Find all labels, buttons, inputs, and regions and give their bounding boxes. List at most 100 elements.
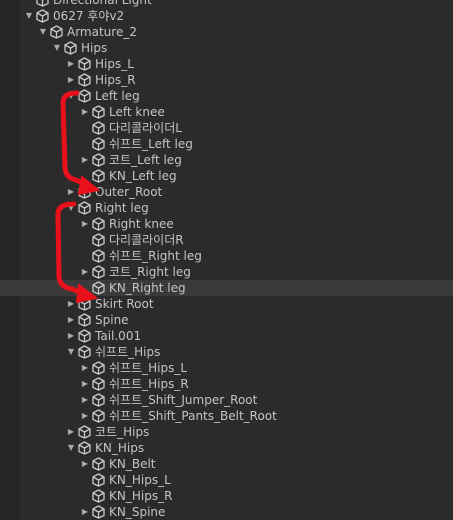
hierarchy-row[interactable]: ▶ Spine: [0, 312, 453, 328]
hierarchy-row-label: 다리콜라이더R: [109, 233, 184, 247]
expanded-arrow-icon[interactable]: ▼: [66, 88, 76, 104]
gameobject-icon: [92, 121, 105, 135]
gameobject-icon: [78, 425, 91, 439]
collapsed-arrow-icon[interactable]: ▶: [80, 264, 90, 280]
expanded-arrow-icon[interactable]: ▼: [66, 440, 76, 456]
hierarchy-row[interactable]: ▶ KN_Spine: [0, 504, 453, 520]
hierarchy-row[interactable]: ▶ 코트_Right leg: [0, 264, 453, 280]
hierarchy-row[interactable]: ▶ Hips_L: [0, 56, 453, 72]
hierarchy-row[interactable]: ▶ 쉬프트_Hips_R: [0, 376, 453, 392]
gameobject-icon: [92, 169, 105, 183]
hierarchy-row[interactable]: ▼ Right leg: [0, 200, 453, 216]
collapsed-arrow-icon[interactable]: ▶: [66, 184, 76, 200]
gameobject-icon: [64, 41, 77, 55]
gameobject-icon: [92, 377, 105, 391]
hierarchy-row[interactable]: ▼ 쉬프트_Hips: [0, 344, 453, 360]
collapsed-arrow-icon[interactable]: ▶: [80, 216, 90, 232]
gameobject-icon: [92, 105, 105, 119]
hierarchy-row[interactable]: ▼ Hips: [0, 40, 453, 56]
hierarchy-row[interactable]: KN_Hips_L: [0, 472, 453, 488]
hierarchy-row[interactable]: 다리콜라이더R: [0, 232, 453, 248]
hierarchy-row-label: KN_Belt: [109, 457, 156, 471]
collapsed-arrow-icon[interactable]: ▶: [80, 456, 90, 472]
collapsed-arrow-icon[interactable]: ▶: [80, 376, 90, 392]
hierarchy-row[interactable]: KN_Hips_R: [0, 488, 453, 504]
hierarchy-row-label: 쉬프트_Hips_L: [109, 361, 188, 375]
expanded-arrow-icon[interactable]: ▼: [52, 40, 62, 56]
hierarchy-row[interactable]: ▶ Skirt Root: [0, 296, 453, 312]
hierarchy-row[interactable]: KN_Right leg: [0, 280, 453, 296]
hierarchy-row[interactable]: ▶ Hips_R: [0, 72, 453, 88]
collapsed-arrow-icon[interactable]: ▶: [80, 152, 90, 168]
gameobject-icon: [92, 137, 105, 151]
hierarchy-row[interactable]: ▶ 코트_Hips: [0, 424, 453, 440]
hierarchy-row-label: KN_Hips_L: [109, 473, 171, 487]
hierarchy-row-label: KN_Hips: [95, 441, 145, 455]
hierarchy-row-label: Right knee: [109, 217, 174, 231]
hierarchy-row-label: KN_Spine: [109, 505, 166, 519]
hierarchy-row[interactable]: 다리콜라이더L: [0, 120, 453, 136]
hierarchy-row-label: KN_Right leg: [109, 281, 186, 295]
hierarchy-row-label: Hips: [81, 41, 108, 55]
hierarchy-row-label: 쉬프트_Hips_R: [109, 377, 189, 391]
gameobject-icon: [78, 89, 91, 103]
gameobject-icon: [78, 313, 91, 327]
hierarchy-row[interactable]: 쉬프트_Right leg: [0, 248, 453, 264]
hierarchy-row-label: Hips_L: [95, 57, 134, 71]
gameobject-icon: [92, 361, 105, 375]
hierarchy-row-label: Right leg: [95, 201, 149, 215]
hierarchy-row[interactable]: ▼ Armature_2: [0, 24, 453, 40]
expanded-arrow-icon[interactable]: ▼: [24, 8, 34, 24]
hierarchy-row[interactable]: ▶ Left knee: [0, 104, 453, 120]
hierarchy-row-label: 코트_Left leg: [109, 153, 182, 167]
gameobject-icon: [78, 297, 91, 311]
gameobject-icon: [36, 0, 49, 7]
hierarchy-row[interactable]: KN_Left leg: [0, 168, 453, 184]
expanded-arrow-icon[interactable]: ▼: [66, 344, 76, 360]
hierarchy-row-label: Spine: [95, 313, 129, 327]
hierarchy-row[interactable]: ▶ 쉬프트_Shift_Pants_Belt_Root: [0, 408, 453, 424]
hierarchy-row[interactable]: ▼ KN_Hips: [0, 440, 453, 456]
gameobject-icon: [92, 473, 105, 487]
expanded-arrow-icon[interactable]: ▼: [66, 200, 76, 216]
gameobject-icon: [92, 233, 105, 247]
expanded-arrow-icon[interactable]: ▼: [38, 24, 48, 40]
collapsed-arrow-icon[interactable]: ▶: [80, 504, 90, 520]
collapsed-arrow-icon[interactable]: ▶: [66, 312, 76, 328]
collapsed-arrow-icon[interactable]: ▶: [66, 56, 76, 72]
hierarchy-row[interactable]: ▶ Right knee: [0, 216, 453, 232]
collapsed-arrow-icon[interactable]: ▶: [80, 104, 90, 120]
hierarchy-row-label: 쉬프트_Hips: [95, 345, 161, 359]
hierarchy-row[interactable]: ▶ Tail.001: [0, 328, 453, 344]
hierarchy-row-label: 코트_Right leg: [109, 265, 191, 279]
gameobject-icon: [92, 457, 105, 471]
hierarchy-row-label: Directional Light: [53, 0, 152, 7]
gameobject-icon: [78, 57, 91, 71]
collapsed-arrow-icon[interactable]: ▶: [80, 360, 90, 376]
gameobject-icon: [78, 329, 91, 343]
hierarchy-row[interactable]: ▶ 쉬프트_Hips_L: [0, 360, 453, 376]
collapsed-arrow-icon[interactable]: ▶: [66, 328, 76, 344]
hierarchy-row[interactable]: ▶ KN_Belt: [0, 456, 453, 472]
gameobject-icon: [92, 281, 105, 295]
hierarchy-row[interactable]: ▼ 0627 후야v2: [0, 8, 453, 24]
hierarchy-row[interactable]: ▶ Outer_Root: [0, 184, 453, 200]
hierarchy-row[interactable]: ▶ 코트_Left leg: [0, 152, 453, 168]
collapsed-arrow-icon[interactable]: ▶: [66, 296, 76, 312]
hierarchy-row[interactable]: ▼ Left leg: [0, 88, 453, 104]
hierarchy-row-label: KN_Hips_R: [109, 489, 173, 503]
hierarchy-row-label: 쉬프트_Shift_Jumper_Root: [109, 393, 258, 407]
gameobject-icon: [92, 265, 105, 279]
collapsed-arrow-icon[interactable]: ▶: [80, 392, 90, 408]
gameobject-icon: [78, 185, 91, 199]
hierarchy-row[interactable]: 쉬프트_Left leg: [0, 136, 453, 152]
gameobject-icon: [92, 505, 105, 519]
hierarchy-tree: Directional Light ▼ 0627 후야v2 ▼ Armature_2 ▼ H…: [0, 0, 453, 520]
gameobject-icon: [92, 489, 105, 503]
hierarchy-row[interactable]: Directional Light: [0, 0, 453, 8]
collapsed-arrow-icon[interactable]: ▶: [80, 408, 90, 424]
collapsed-arrow-icon[interactable]: ▶: [66, 72, 76, 88]
collapsed-arrow-icon[interactable]: ▶: [66, 424, 76, 440]
hierarchy-row-label: 다리콜라이더L: [109, 121, 182, 135]
hierarchy-row[interactable]: ▶ 쉬프트_Shift_Jumper_Root: [0, 392, 453, 408]
